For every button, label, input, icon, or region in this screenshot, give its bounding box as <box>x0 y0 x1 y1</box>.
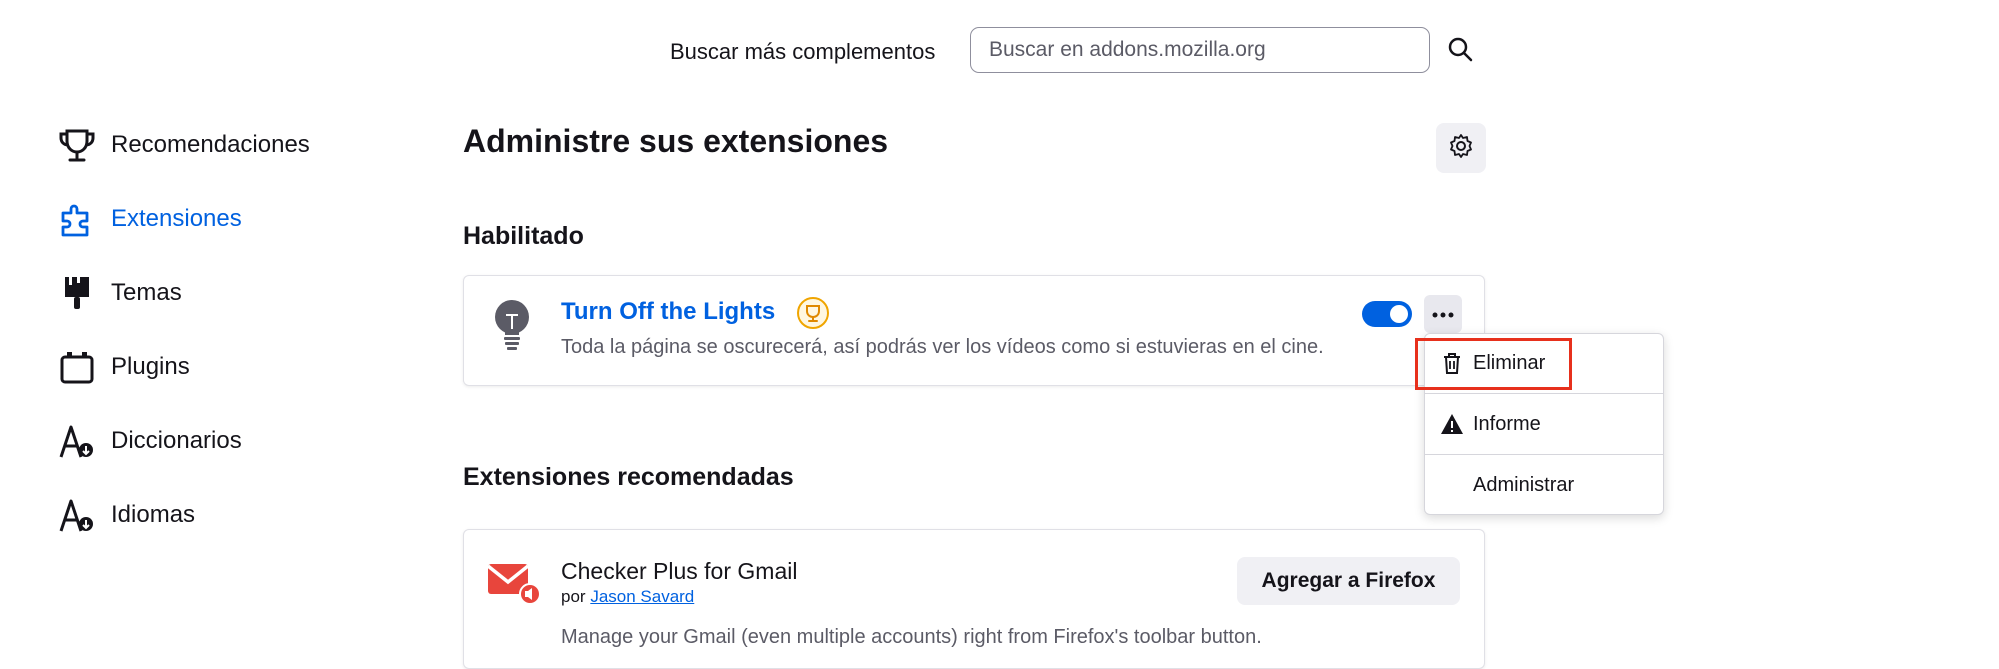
recommended-byline: por Jason Savard <box>561 587 694 607</box>
search-icon[interactable] <box>1445 34 1477 66</box>
page-title: Administre sus extensiones <box>463 123 889 159</box>
puzzle-icon <box>55 197 99 241</box>
menu-item-administrar[interactable]: Administrar <box>1425 456 1663 514</box>
sidebar-item-label: Plugins <box>111 353 190 380</box>
dictionary-icon <box>55 419 99 463</box>
menu-divider <box>1425 454 1663 455</box>
sidebar-item-recomendaciones[interactable]: Recomendaciones <box>55 123 385 167</box>
trash-icon <box>1439 350 1465 376</box>
section-heading-recommended: Extensiones recomendadas <box>463 463 794 491</box>
menu-divider <box>1425 393 1663 394</box>
recommended-description: Manage your Gmail (even multiple account… <box>561 626 1262 648</box>
gear-icon <box>1448 133 1474 164</box>
sidebar-item-plugins[interactable]: Plugins <box>55 345 385 389</box>
trophy-icon <box>55 123 99 167</box>
more-dots-icon <box>1432 305 1454 323</box>
settings-button[interactable] <box>1436 123 1486 173</box>
menu-item-eliminar[interactable]: Eliminar <box>1425 334 1663 392</box>
sidebar-item-label: Extensiones <box>111 205 242 232</box>
menu-item-informe[interactable]: Informe <box>1425 395 1663 453</box>
extension-name[interactable]: Turn Off the Lights <box>561 298 775 326</box>
sidebar-item-idiomas[interactable]: Idiomas <box>55 493 385 537</box>
menu-item-label: Informe <box>1473 412 1541 435</box>
sidebar-item-extensiones[interactable]: Extensiones <box>55 197 385 241</box>
extension-enable-toggle[interactable] <box>1362 301 1412 327</box>
plugin-icon <box>55 345 99 389</box>
byline-prefix: por <box>561 587 586 606</box>
add-to-firefox-button[interactable]: Agregar a Firefox <box>1237 557 1460 605</box>
recommended-trophy-icon <box>796 296 830 330</box>
extension-options-menu: Eliminar Informe Administrar <box>1424 333 1664 515</box>
author-link[interactable]: Jason Savard <box>590 587 694 606</box>
sidebar-item-label: Recomendaciones <box>111 131 310 158</box>
extension-description: Toda la página se oscurecerá, así podrás… <box>561 336 1324 358</box>
menu-item-label: Eliminar <box>1473 351 1546 374</box>
search-label: Buscar más complementos <box>670 39 936 64</box>
sidebar-item-label: Diccionarios <box>111 427 242 454</box>
lightbulb-icon <box>488 297 536 353</box>
sidebar-item-diccionarios[interactable]: Diccionarios <box>55 419 385 463</box>
extension-card <box>463 275 1485 386</box>
sidebar-item-temas[interactable]: Temas <box>55 271 385 315</box>
gmail-checker-icon <box>486 558 542 606</box>
menu-item-label: Administrar <box>1473 473 1575 496</box>
sidebar-item-label: Idiomas <box>111 501 196 528</box>
sidebar-item-label: Temas <box>111 279 182 306</box>
paintbrush-icon <box>55 271 99 315</box>
warning-icon <box>1439 411 1465 437</box>
search-input[interactable] <box>970 27 1430 73</box>
toggle-knob <box>1390 305 1408 323</box>
language-icon <box>55 493 99 537</box>
section-heading-enabled: Habilitado <box>463 222 584 250</box>
recommended-name[interactable]: Checker Plus for Gmail <box>561 558 797 585</box>
more-options-button[interactable] <box>1424 295 1462 333</box>
